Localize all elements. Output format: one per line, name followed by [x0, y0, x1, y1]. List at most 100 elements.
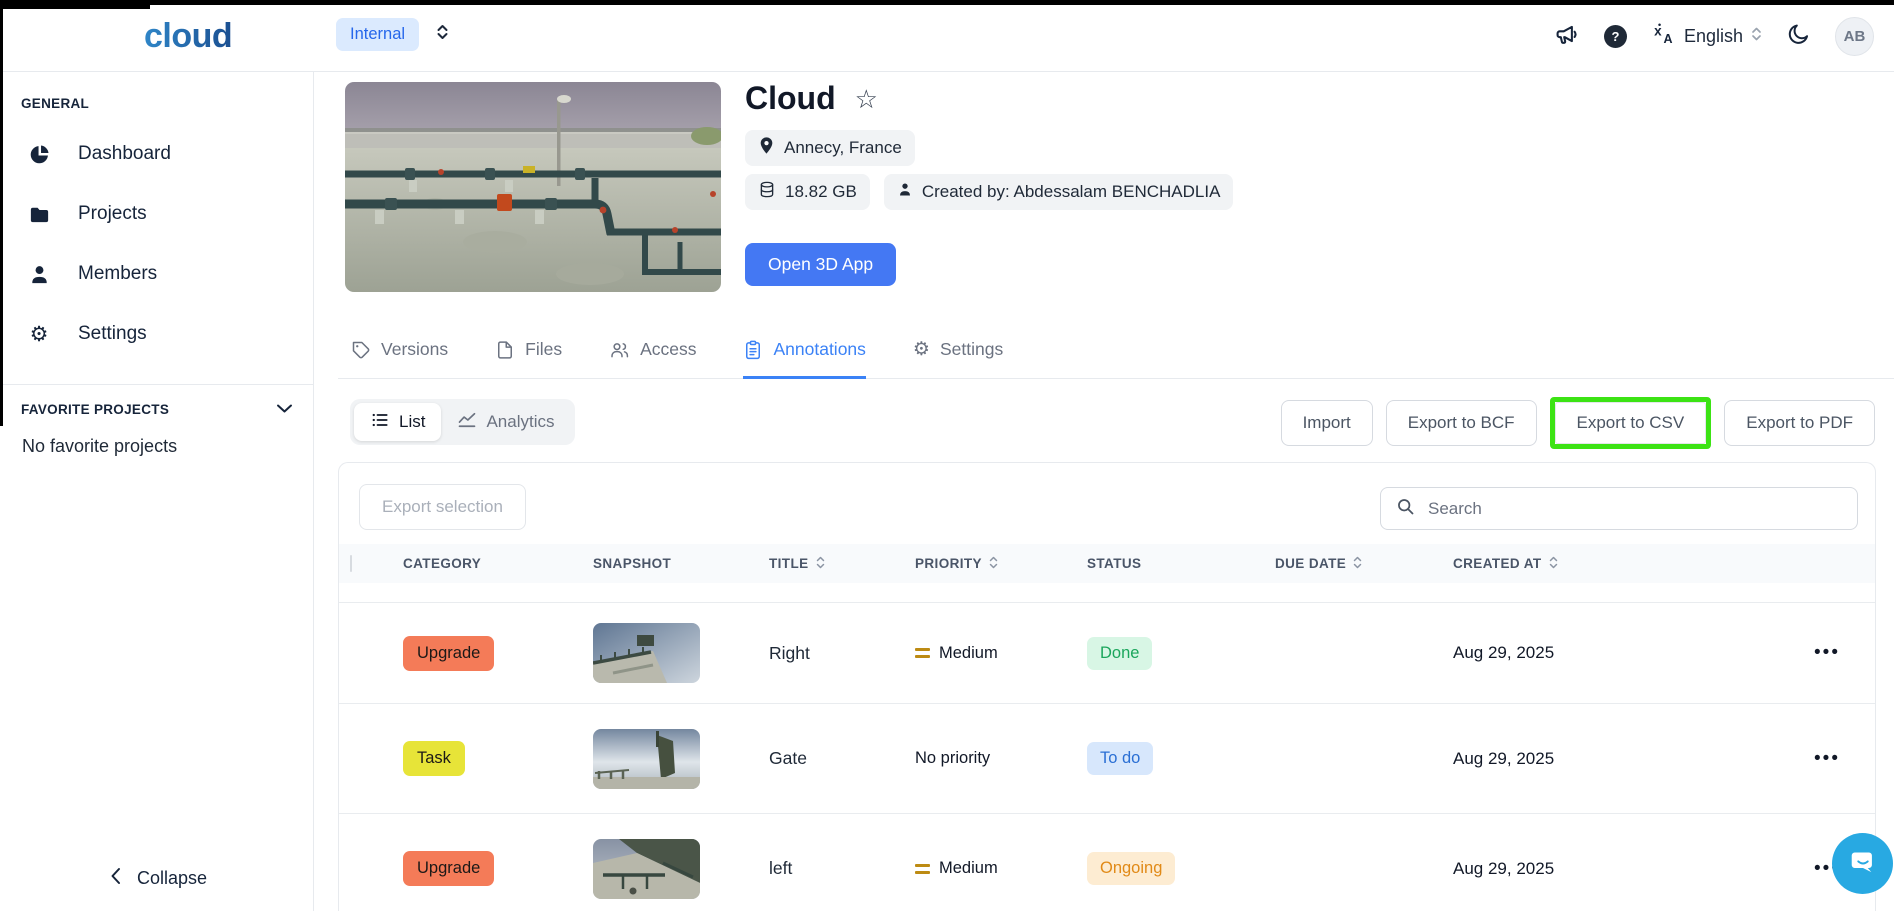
- sidebar-item-label: Members: [78, 263, 158, 284]
- chat-widget-button[interactable]: [1832, 833, 1893, 894]
- export-csv-button[interactable]: Export to CSV: [1554, 402, 1707, 444]
- user-menu[interactable]: AB: [1835, 16, 1874, 56]
- annotation-title: left: [769, 858, 793, 878]
- column-due-date[interactable]: DUE DATE: [1275, 555, 1453, 573]
- creator-chip: Created by: Abdessalam BENCHADLIA: [883, 174, 1234, 210]
- chevron-updown-icon[interactable]: [436, 22, 449, 47]
- snapshot-thumbnail[interactable]: [593, 838, 700, 899]
- table-controls: Export selection: [339, 463, 1875, 530]
- storage-chip: 18.82 GB: [745, 174, 870, 210]
- view-toggle: List Analytics: [350, 399, 575, 445]
- created-at-cell: Aug 29, 2025: [1453, 858, 1555, 878]
- storage-size: 18.82 GB: [785, 182, 857, 201]
- dark-mode-toggle[interactable]: [1786, 22, 1811, 50]
- tab-settings[interactable]: ⚙ Settings: [913, 330, 1003, 379]
- chevron-down-icon[interactable]: [276, 402, 293, 417]
- sort-icon[interactable]: [989, 555, 998, 573]
- list-icon: [370, 410, 390, 435]
- export-pdf-button[interactable]: Export to PDF: [1724, 400, 1875, 446]
- gear-icon: ⚙: [912, 339, 930, 360]
- sidebar-item-projects[interactable]: Projects: [0, 194, 313, 234]
- sort-icon[interactable]: [1353, 555, 1362, 573]
- snapshot-thumbnail[interactable]: [593, 728, 700, 789]
- language-selector[interactable]: xA English: [1651, 21, 1762, 51]
- sidebar-section-general: GENERAL: [21, 96, 90, 111]
- view-list-button[interactable]: List: [354, 403, 442, 441]
- table-row[interactable]: Upgrade left Medium Ongoing Aug 29, 2025…: [339, 813, 1875, 911]
- status-badge: Ongoing: [1087, 852, 1176, 885]
- created-at-cell: Aug 29, 2025: [1453, 748, 1555, 768]
- megaphone-icon: [1554, 22, 1580, 51]
- favorites-label: FAVORITE PROJECTS: [21, 402, 170, 417]
- workspace-switcher[interactable]: Internal: [336, 18, 449, 51]
- chevron-updown-icon: [1751, 25, 1762, 48]
- highlight-box: Export to CSV: [1549, 397, 1712, 449]
- folder-icon: [27, 203, 51, 226]
- header-actions: ? xA English AB: [1554, 0, 1874, 72]
- priority-medium-icon: [915, 648, 930, 658]
- priority-cell: No priority: [915, 749, 991, 767]
- sort-icon[interactable]: [1549, 555, 1558, 573]
- location-label: Annecy, France: [784, 138, 902, 157]
- column-snapshot: SNAPSHOT: [593, 556, 672, 571]
- collapse-label: Collapse: [137, 868, 208, 888]
- line-chart-icon: [457, 410, 477, 435]
- column-title[interactable]: TITLE: [769, 555, 915, 573]
- export-selection-button[interactable]: Export selection: [359, 484, 526, 530]
- table-header: CATEGORY SNAPSHOT TITLE PRIORITY STATUS …: [339, 544, 1875, 583]
- tab-label: Annotations: [773, 339, 866, 359]
- annotations-panel: Export selection CATEGORY SNAPSHOT TITLE…: [338, 462, 1876, 911]
- tab-access[interactable]: Access: [609, 330, 696, 379]
- table-row[interactable]: Upgrade Right Medium Done Aug 29, 2025 •…: [339, 602, 1875, 703]
- select-all-checkbox[interactable]: [350, 555, 352, 572]
- chevron-left-icon: [110, 867, 121, 890]
- table-row[interactable]: Task Gate No priority To do Aug 29, 2025…: [339, 703, 1875, 813]
- sidebar-item-settings[interactable]: ⚙ Settings: [0, 314, 313, 354]
- tab-label: Settings: [939, 339, 1004, 359]
- sidebar-section-favorites[interactable]: FAVORITE PROJECTS: [21, 402, 293, 417]
- tab-files[interactable]: Files: [495, 330, 562, 379]
- sidebar-item-members[interactable]: Members: [0, 254, 313, 294]
- help-button[interactable]: ?: [1603, 24, 1627, 48]
- sidebar-item-label: Settings: [78, 323, 147, 344]
- column-priority[interactable]: PRIORITY: [915, 555, 1087, 573]
- app-window: cloud Internal ? xA English AB GENERAL D…: [0, 0, 1894, 911]
- gear-icon: ⚙: [29, 322, 49, 346]
- view-analytics-button[interactable]: Analytics: [441, 403, 570, 441]
- location-pin-icon: [758, 136, 775, 160]
- collapse-sidebar-button[interactable]: Collapse: [110, 867, 207, 890]
- import-button[interactable]: Import: [1280, 400, 1373, 446]
- search-input[interactable]: [1428, 498, 1843, 519]
- file-icon: [495, 340, 515, 365]
- chat-bubble-icon: [1844, 843, 1882, 884]
- search-icon: [1395, 496, 1416, 522]
- person-icon: [897, 181, 913, 203]
- sidebar-item-dashboard[interactable]: Dashboard: [0, 134, 313, 174]
- export-bcf-button[interactable]: Export to BCF: [1385, 400, 1537, 446]
- view-list-label: List: [399, 412, 426, 431]
- row-menu-button[interactable]: •••: [1814, 748, 1840, 770]
- column-created-at[interactable]: CREATED AT: [1453, 555, 1779, 573]
- tab-annotations[interactable]: Annotations: [743, 330, 866, 379]
- creator-label: Created by: Abdessalam BENCHADLIA: [921, 182, 1221, 201]
- tag-icon: [351, 340, 371, 365]
- tab-versions[interactable]: Versions: [351, 330, 448, 379]
- announcements-button[interactable]: [1554, 22, 1580, 51]
- table-body: Upgrade Right Medium Done Aug 29, 2025 •…: [339, 602, 1875, 911]
- workspace-badge[interactable]: Internal: [336, 18, 420, 51]
- open-3d-app-button[interactable]: Open 3D App: [745, 243, 897, 286]
- avatar: AB: [1835, 16, 1874, 56]
- star-icon[interactable]: ☆: [855, 86, 878, 112]
- svg-text:A: A: [1663, 32, 1672, 46]
- sort-icon[interactable]: [816, 555, 825, 573]
- people-icon: [609, 340, 630, 365]
- screenshot-artifact: [0, 0, 150, 9]
- column-category: CATEGORY: [403, 556, 482, 571]
- screenshot-artifact: [0, 0, 3, 426]
- created-at-cell: Aug 29, 2025: [1453, 643, 1555, 662]
- snapshot-thumbnail[interactable]: [593, 623, 700, 683]
- svg-text:x: x: [1654, 24, 1662, 39]
- row-menu-button[interactable]: •••: [1814, 642, 1840, 664]
- app-logo[interactable]: cloud: [144, 17, 233, 56]
- annotation-title: Gate: [769, 748, 807, 768]
